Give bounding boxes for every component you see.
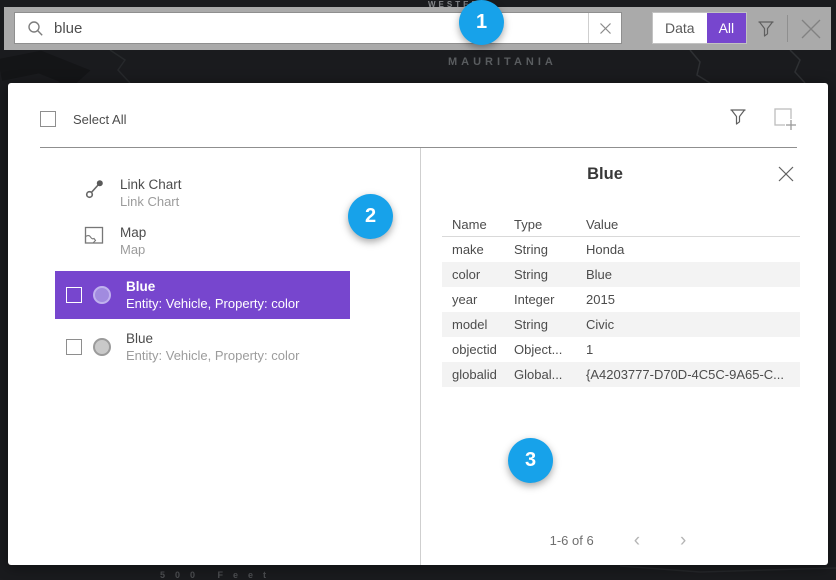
result-item-blue-selected[interactable]: Blue Entity: Vehicle, Property: color: [55, 271, 350, 319]
close-search-icon[interactable]: [798, 16, 824, 42]
panel-header-divider: [40, 147, 797, 148]
entity-dot-icon: [93, 338, 111, 356]
filter-icon[interactable]: [754, 17, 778, 41]
cell-name: globalid: [442, 367, 514, 382]
cell-type: Integer: [514, 292, 586, 307]
select-all-row: Select All: [40, 111, 126, 127]
result-subtitle: Map: [120, 241, 146, 258]
toolbar-divider: [787, 15, 788, 42]
pagination-next-icon[interactable]: ›: [674, 534, 692, 548]
result-item-blue-unselected[interactable]: Blue Entity: Vehicle, Property: color: [55, 323, 350, 371]
cell-name: color: [442, 267, 514, 282]
pagination-prev-icon[interactable]: ‹: [628, 534, 646, 548]
result-title: Map: [120, 224, 146, 241]
result-checkbox[interactable]: [66, 287, 82, 303]
column-header-name: Name: [442, 217, 514, 232]
result-checkbox[interactable]: [66, 339, 82, 355]
select-all-label: Select All: [73, 112, 126, 127]
mode-data-button[interactable]: Data: [653, 13, 707, 43]
column-header-type: Type: [514, 217, 586, 232]
search-toolbar: Data All: [4, 7, 831, 50]
result-subtitle: Entity: Vehicle, Property: color: [126, 347, 299, 364]
cell-type: String: [514, 267, 586, 282]
result-subtitle: Entity: Vehicle, Property: color: [126, 295, 299, 312]
cell-name: model: [442, 317, 514, 332]
column-header-value: Value: [586, 217, 800, 232]
clear-search-button[interactable]: [588, 13, 621, 43]
attribute-table: Name Type Value make String Honda color …: [442, 213, 800, 387]
select-all-checkbox[interactable]: [40, 111, 56, 127]
cell-name: objectid: [442, 342, 514, 357]
pagination: 1-6 of 6 ‹ ›: [442, 533, 800, 548]
cell-value: Civic: [586, 317, 800, 332]
details-close-icon[interactable]: [777, 165, 797, 185]
table-row: color String Blue: [442, 262, 800, 287]
cell-type: String: [514, 317, 586, 332]
pagination-label: 1-6 of 6: [550, 533, 594, 548]
cell-type: String: [514, 242, 586, 257]
table-row: make String Honda: [442, 237, 800, 262]
search-input[interactable]: [54, 13, 588, 43]
link-chart-icon: [84, 178, 106, 200]
table-header-row: Name Type Value: [442, 213, 800, 237]
cell-value: 2015: [586, 292, 800, 307]
result-title: Blue: [126, 330, 299, 347]
table-row: year Integer 2015: [442, 287, 800, 312]
result-title: Blue: [126, 278, 299, 295]
cell-value: 1: [586, 342, 800, 357]
add-to-selection-icon[interactable]: [773, 107, 799, 133]
results-filter-icon[interactable]: [728, 107, 752, 131]
map-label-mauritania: MAURITANIA: [448, 56, 557, 68]
search-icon: [15, 20, 54, 37]
table-row: globalid Global... {A4203777-D70D-4C5C-9…: [442, 362, 800, 387]
mode-all-button[interactable]: All: [707, 13, 747, 43]
search-results-panel: Select All Link Chart Link Chart: [8, 83, 828, 565]
cell-type: Object...: [514, 342, 586, 357]
map-icon: [84, 226, 106, 248]
table-row: model String Civic: [442, 312, 800, 337]
table-row: objectid Object... 1: [442, 337, 800, 362]
details-title: Blue: [440, 165, 770, 184]
cell-name: year: [442, 292, 514, 307]
result-title: Link Chart: [120, 176, 182, 193]
cell-value: Honda: [586, 242, 800, 257]
panel-vertical-divider: [420, 148, 421, 565]
entity-dot-icon: [93, 286, 111, 304]
search-mode-toggle: Data All: [652, 12, 747, 44]
annotation-callout-3: 3: [508, 438, 553, 483]
cell-value: {A4203777-D70D-4C5C-9A65-C...: [586, 367, 800, 382]
annotation-callout-1: 1: [459, 0, 504, 45]
cell-name: make: [442, 242, 514, 257]
result-subtitle: Link Chart: [120, 193, 182, 210]
search-box[interactable]: [14, 12, 622, 44]
cell-type: Global...: [514, 367, 586, 382]
annotation-callout-2: 2: [348, 194, 393, 239]
cell-value: Blue: [586, 267, 800, 282]
